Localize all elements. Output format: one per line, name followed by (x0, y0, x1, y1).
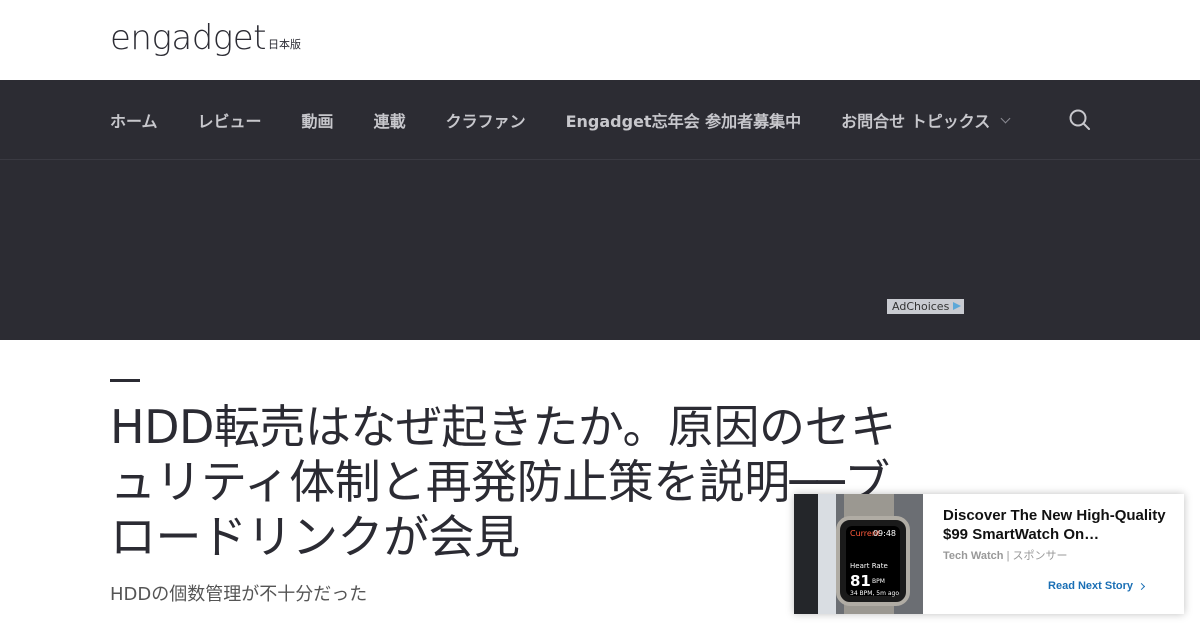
sponsor-label: スポンサー (1012, 550, 1068, 562)
recommendation-meta: Tech Watch | スポンサー (943, 547, 1168, 563)
nav-item-contact-topics[interactable]: お問合せ トピックス (841, 108, 1011, 132)
watch-time: 09:48 (872, 529, 896, 538)
chevron-right-icon (1137, 582, 1146, 590)
article-headline: HDD転売はなぜ起きたか。原因のセキュリティ体制と再発防止策を説明──ブロードリ… (110, 400, 896, 564)
watch-metric-value: 81 (850, 572, 871, 590)
thumbnail-cuff (818, 494, 836, 614)
watch-screen: Current 09:48 Heart Rate 81 BPM 34 BPM, … (846, 526, 900, 597)
sponsored-recommendation-card[interactable]: Current 09:48 Heart Rate 81 BPM 34 BPM, … (794, 494, 1184, 614)
nav-item-home[interactable]: ホーム (110, 108, 158, 132)
nav-item-year-end-party[interactable]: Engadget忘年会 参加者募集中 (566, 108, 802, 132)
read-next-story-link[interactable]: Read Next Story (1048, 580, 1146, 592)
article-subheadline: HDDの個数管理が不十分だった (110, 584, 368, 605)
recommendation-thumbnail: Current 09:48 Heart Rate 81 BPM 34 BPM, … (794, 494, 923, 614)
adchoices-icon (953, 302, 961, 310)
headline-dash (110, 379, 140, 382)
read-next-story-label: Read Next Story (1048, 580, 1133, 592)
logo-edition: 日本版 (267, 38, 301, 51)
recommendation-source: Tech Watch (943, 550, 1004, 562)
chevron-down-icon (1000, 113, 1011, 123)
nav-list: ホーム レビュー 動画 連載 クラファン Engadget忘年会 参加者募集中 … (110, 80, 1049, 160)
thumbnail-watch: Current 09:48 Heart Rate 81 BPM 34 BPM, … (836, 516, 910, 606)
site-header: engadget 日本版 (0, 0, 1200, 80)
nav-item-series[interactable]: 連載 (374, 108, 406, 132)
recommendation-title[interactable]: Discover The New High-Quality $99 SmartW… (943, 506, 1168, 544)
nav-item-contact-topics-label: お問合せ トピックス (841, 112, 991, 131)
adchoices-badge[interactable]: AdChoices (887, 299, 964, 314)
main-nav: ホーム レビュー 動画 連載 クラファン Engadget忘年会 参加者募集中 … (0, 80, 1200, 160)
adchoices-label: AdChoices (892, 300, 950, 313)
watch-metric-label: Heart Rate (850, 562, 888, 570)
search-icon[interactable] (1068, 108, 1092, 132)
nav-item-crowdfunding[interactable]: クラファン (446, 108, 526, 132)
engadget-logo[interactable]: engadget 日本版 (110, 20, 301, 56)
watch-metric-unit: BPM (872, 578, 885, 585)
ad-banner[interactable] (0, 160, 1200, 340)
nav-item-reviews[interactable]: レビュー (198, 108, 262, 132)
recommendation-body: Discover The New High-Quality $99 SmartW… (923, 494, 1184, 614)
watch-metric-sub: 34 BPM, 5m ago (850, 590, 899, 597)
nav-item-videos[interactable]: 動画 (302, 108, 334, 132)
logo-wordmark: engadget (110, 18, 266, 58)
